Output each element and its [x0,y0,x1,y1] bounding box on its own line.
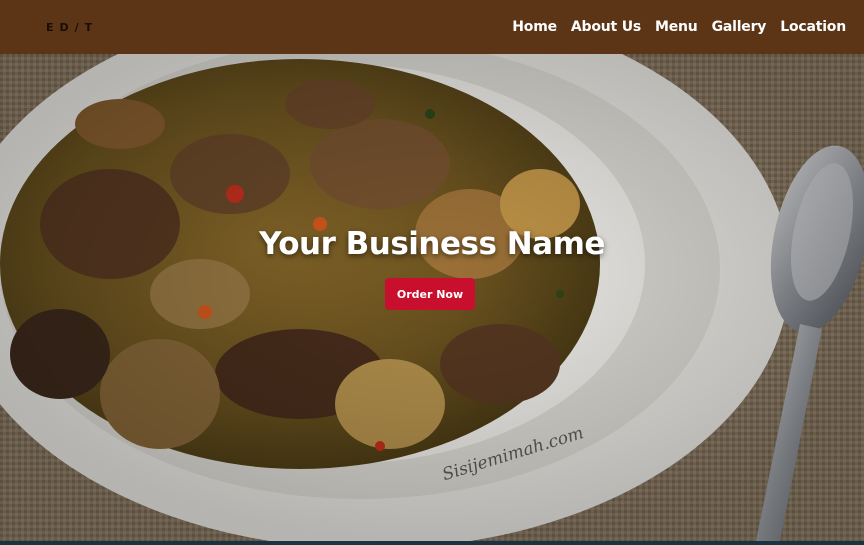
bottom-edge-bar [0,541,864,545]
nav-link-gallery[interactable]: Gallery [712,19,767,35]
hero-section: Your Business Name Order Now Sisijemimah… [0,54,864,541]
nav-link-home[interactable]: Home [512,19,557,35]
brand-logo[interactable]: ED/T [46,21,98,34]
nav-link-location[interactable]: Location [780,19,846,35]
order-now-button[interactable]: Order Now [385,278,475,310]
nav-link-menu[interactable]: Menu [655,19,698,35]
nav-link-about-us[interactable]: About Us [571,19,641,35]
nav-links: Home About Us Menu Gallery Location [512,19,846,35]
hero-title: Your Business Name [259,226,605,262]
navbar: ED/T Home About Us Menu Gallery Location [0,0,864,54]
